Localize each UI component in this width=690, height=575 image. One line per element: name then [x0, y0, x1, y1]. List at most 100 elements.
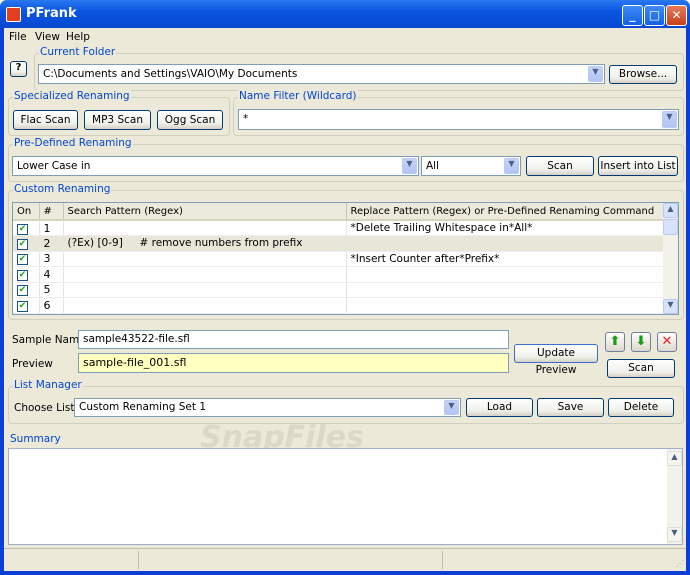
table-row[interactable]: ✔ 5 — [13, 282, 664, 298]
checkbox-icon[interactable]: ✔ — [17, 300, 28, 312]
search-pattern-cell[interactable] — [63, 251, 347, 267]
resize-grip-icon[interactable]: ⋰ — [676, 559, 684, 568]
row-enabled-checkbox[interactable]: ✔ — [13, 235, 40, 252]
chevron-down-icon[interactable]: ▼ — [662, 111, 677, 128]
predefined-scan-button[interactable]: Scan — [526, 156, 594, 176]
search-pattern-cell[interactable]: (?Ex) [0-9] # remove numbers from prefix — [63, 235, 347, 252]
row-enabled-checkbox[interactable]: ✔ — [13, 220, 40, 236]
summary-label: Summary — [10, 433, 61, 445]
menu-view[interactable]: View — [35, 31, 60, 43]
save-button[interactable]: Save — [537, 398, 604, 417]
flac-scan-button[interactable]: Flac Scan — [13, 110, 78, 130]
custom-renaming-label: Custom Renaming — [13, 183, 112, 195]
column-header-on[interactable]: On — [13, 203, 40, 221]
folder-combo[interactable]: C:\Documents and Settings\VAIO\My Docume… — [38, 64, 605, 84]
rules-table: On # Search Pattern (Regex) Replace Patt… — [12, 202, 679, 315]
scroll-up-icon[interactable]: ▲ — [667, 451, 682, 466]
checkbox-icon[interactable]: ✔ — [17, 269, 28, 281]
current-folder-label: Current Folder — [39, 46, 117, 58]
move-up-icon[interactable]: ⬆ — [605, 332, 625, 352]
delete-rule-icon[interactable]: ✕ — [657, 332, 677, 352]
preview-field: sample-file_001.sfl — [78, 353, 509, 373]
choose-list-value: Custom Renaming Set 1 — [79, 401, 206, 413]
name-filter-label: Name Filter (Wildcard) — [238, 90, 358, 102]
scroll-thumb[interactable] — [663, 219, 678, 235]
close-icon[interactable]: ✕ — [666, 5, 687, 26]
table-scrollbar[interactable]: ▲ ▼ — [663, 203, 678, 314]
checkbox-icon[interactable]: ✔ — [17, 223, 28, 235]
list-manager-label: List Manager — [13, 379, 83, 391]
chevron-down-icon[interactable]: ▼ — [444, 400, 459, 415]
status-bar: ⋰ — [4, 548, 686, 571]
help-button[interactable]: ? — [10, 61, 27, 77]
status-divider — [442, 551, 443, 569]
column-header-search[interactable]: Search Pattern (Regex) — [63, 203, 347, 221]
checkbox-icon[interactable]: ✔ — [17, 238, 28, 250]
preview-value: sample-file_001.sfl — [83, 356, 187, 369]
choose-list-combo[interactable]: Custom Renaming Set 1 ▼ — [74, 398, 461, 417]
column-header-replace[interactable]: Replace Pattern (Regex) or Pre-Defined R… — [346, 203, 664, 221]
summary-scrollbar[interactable]: ▲ ▼ — [667, 449, 682, 544]
search-pattern-cell[interactable] — [63, 297, 347, 314]
specialized-label: Specialized Renaming — [13, 90, 131, 102]
replace-pattern-cell[interactable]: *Insert Counter after*Prefix* — [346, 251, 664, 267]
window-title: PFrank — [26, 6, 77, 21]
replace-pattern-cell[interactable] — [346, 235, 664, 252]
row-number: 3 — [39, 251, 64, 267]
row-enabled-checkbox[interactable]: ✔ — [13, 282, 40, 298]
table-row[interactable]: ✔ 2 (?Ex) [0-9] # remove numbers from pr… — [13, 235, 664, 252]
update-preview-button[interactable]: Update Preview — [514, 344, 598, 376]
choose-list-label: Choose List: — [14, 402, 78, 414]
row-number: 6 — [39, 297, 64, 314]
sample-name-label: Sample Name — [12, 334, 86, 346]
status-divider — [138, 551, 139, 569]
ogg-scan-button[interactable]: Ogg Scan — [157, 110, 223, 130]
row-number: 1 — [39, 220, 64, 236]
search-pattern-cell[interactable] — [63, 282, 347, 298]
row-enabled-checkbox[interactable]: ✔ — [13, 266, 40, 283]
summary-textarea[interactable]: ▲ ▼ — [8, 448, 683, 545]
sample-name-input[interactable]: sample43522-file.sfl — [78, 330, 509, 349]
column-header-num[interactable]: # — [39, 203, 64, 221]
predefined-command-value: Lower Case in — [17, 160, 91, 172]
row-enabled-checkbox[interactable]: ✔ — [13, 297, 40, 314]
search-pattern-cell[interactable] — [63, 266, 347, 283]
scope-value: All — [426, 160, 440, 172]
menu-file[interactable]: File — [9, 31, 27, 43]
table-row[interactable]: ✔ 4 — [13, 266, 664, 283]
load-button[interactable]: Load — [466, 398, 533, 417]
browse-button[interactable]: Browse... — [609, 65, 677, 84]
predefined-label: Pre-Defined Renaming — [13, 137, 133, 149]
delete-button[interactable]: Delete — [608, 398, 674, 417]
checkbox-icon[interactable]: ✔ — [17, 254, 28, 266]
scroll-up-icon[interactable]: ▲ — [663, 203, 678, 218]
name-filter-combo[interactable]: * ▼ — [238, 109, 679, 130]
row-number: 5 — [39, 282, 64, 298]
row-enabled-checkbox[interactable]: ✔ — [13, 251, 40, 267]
menu-help[interactable]: Help — [66, 31, 90, 43]
scope-combo[interactable]: All ▼ — [421, 156, 521, 176]
table-header: On # Search Pattern (Regex) Replace Patt… — [13, 203, 664, 221]
move-down-icon[interactable]: ⬇ — [631, 332, 651, 352]
replace-pattern-cell[interactable] — [346, 282, 664, 298]
scroll-down-icon[interactable]: ▼ — [667, 527, 682, 542]
table-row[interactable]: ✔ 3 *Insert Counter after*Prefix* — [13, 251, 664, 267]
chevron-down-icon[interactable]: ▼ — [504, 158, 519, 174]
replace-pattern-cell[interactable]: *Delete Trailing Whitespace in*All* — [346, 220, 664, 236]
maximize-icon[interactable]: □ — [644, 5, 665, 26]
checkbox-icon[interactable]: ✔ — [17, 285, 28, 297]
search-pattern-cell[interactable] — [63, 220, 347, 236]
title-bar: PFrank _ □ ✕ — [0, 0, 690, 28]
replace-pattern-cell[interactable] — [346, 297, 664, 314]
scan-button[interactable]: Scan — [607, 359, 675, 378]
insert-into-list-button[interactable]: Insert into List — [598, 156, 678, 176]
table-row[interactable]: ✔ 1 *Delete Trailing Whitespace in*All* — [13, 220, 664, 236]
predefined-command-combo[interactable]: Lower Case in ▼ — [12, 156, 419, 176]
scroll-down-icon[interactable]: ▼ — [663, 299, 678, 314]
mp3-scan-button[interactable]: MP3 Scan — [84, 110, 151, 130]
chevron-down-icon[interactable]: ▼ — [402, 158, 417, 174]
minimize-icon[interactable]: _ — [622, 5, 643, 26]
table-row[interactable]: ✔ 6 — [13, 297, 664, 314]
chevron-down-icon[interactable]: ▼ — [588, 66, 603, 82]
replace-pattern-cell[interactable] — [346, 266, 664, 283]
